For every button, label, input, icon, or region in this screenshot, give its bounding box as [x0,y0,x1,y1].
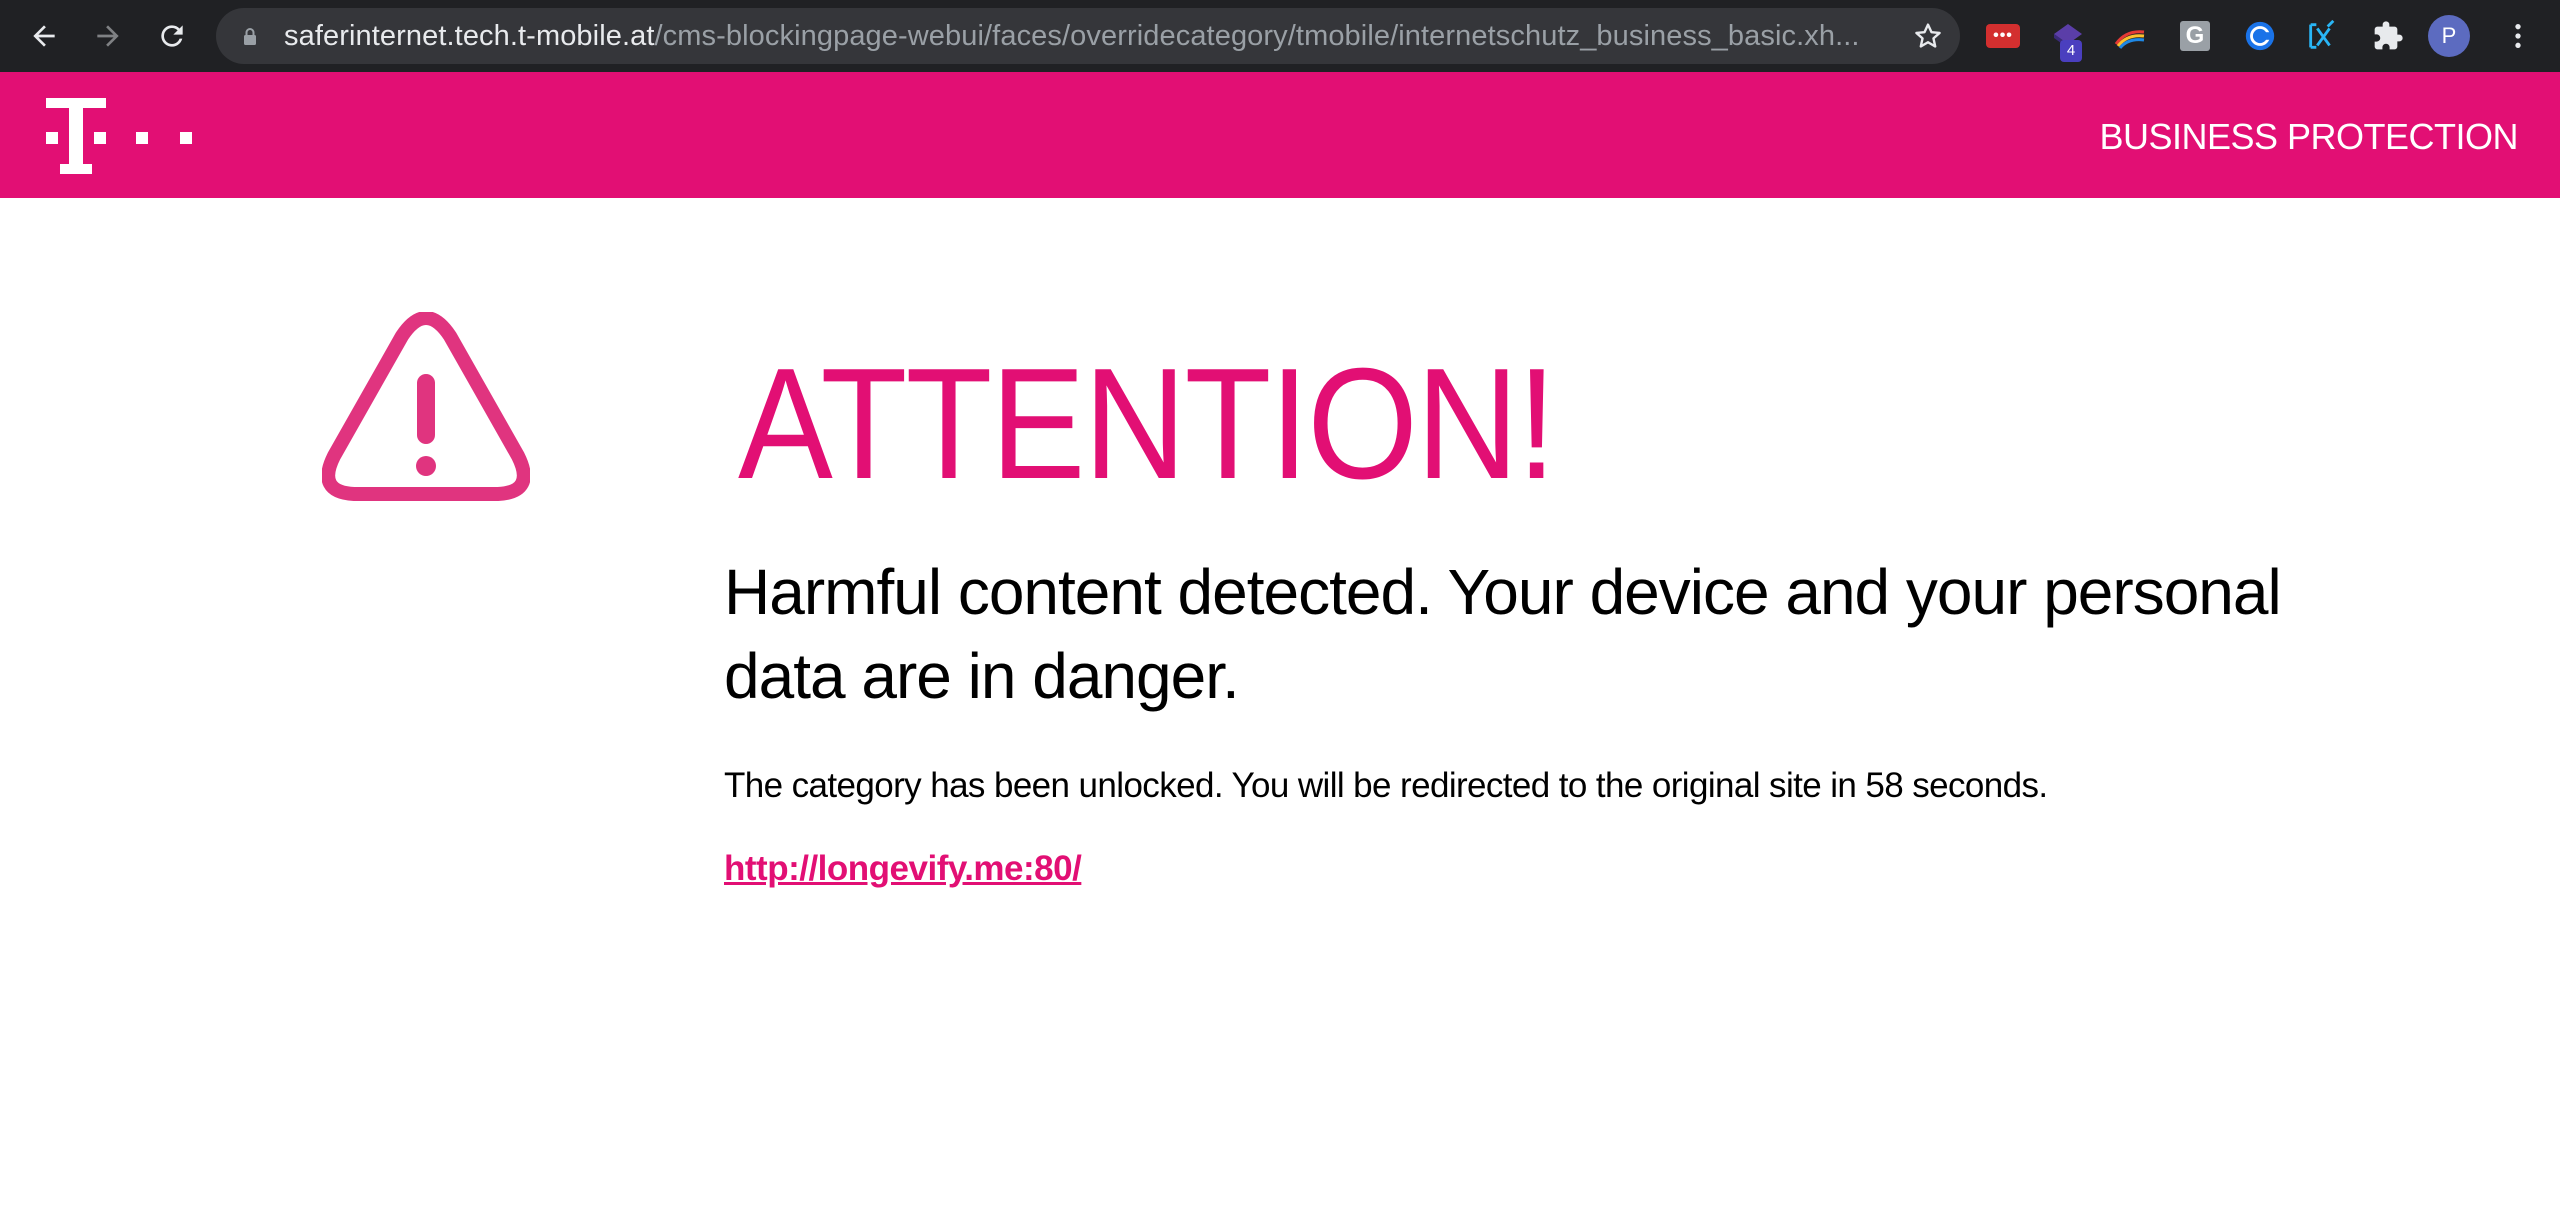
forward-button[interactable] [86,14,130,58]
arrow-left-icon [33,25,55,47]
xpath-extension-icon[interactable] [2304,18,2340,54]
c-circle-icon [2245,21,2275,51]
extension-badge: 4 [2060,40,2082,62]
kebab-menu-icon [2515,24,2521,48]
url-path: /cms-blockingpage-webui/faces/overrideca… [654,20,1860,52]
url-host: saferinternet.tech.t-mobile.at [284,20,655,52]
url-text: saferinternet.tech.t-mobile.at/cms-block… [284,8,1884,64]
warning-triangle-icon [322,312,530,501]
rainbow-extension-icon[interactable] [2112,18,2148,54]
coupon-extension-icon[interactable] [2242,18,2278,54]
bookmark-star-icon[interactable] [1912,20,1944,52]
browser-toolbar: saferinternet.tech.t-mobile.at/cms-block… [0,0,2560,72]
address-bar[interactable]: saferinternet.tech.t-mobile.at/cms-block… [216,8,1960,64]
extensions-menu-button[interactable] [2370,18,2406,54]
chrome-menu-button[interactable] [2500,18,2536,54]
section-label: BUSINESS PROTECTION [2099,116,2518,157]
page-title: ATTENTION! [738,336,1557,512]
redirect-message: The category has been unlocked. You will… [724,766,2048,805]
x-bracket-icon [2309,19,2335,49]
reload-icon [161,25,183,47]
g-extension-icon[interactable]: G [2180,21,2210,51]
warning-headline: Harmful content detected. Your device an… [724,556,2282,712]
original-site-link[interactable]: http://longevify.me:80/ [724,847,1082,891]
profile-avatar[interactable]: P [2428,15,2470,57]
lastpass-extension-icon[interactable]: ••• [1986,24,2020,48]
reload-button[interactable] [150,14,194,58]
back-button[interactable] [22,14,66,58]
lock-icon [244,28,256,45]
brand-header: BUSINESS PROTECTION [0,72,2560,198]
arrow-right-icon [97,25,119,47]
t-mobile-logo-icon [46,98,192,174]
rainbow-icon [2114,30,2145,49]
puzzle-icon [2374,21,2403,50]
